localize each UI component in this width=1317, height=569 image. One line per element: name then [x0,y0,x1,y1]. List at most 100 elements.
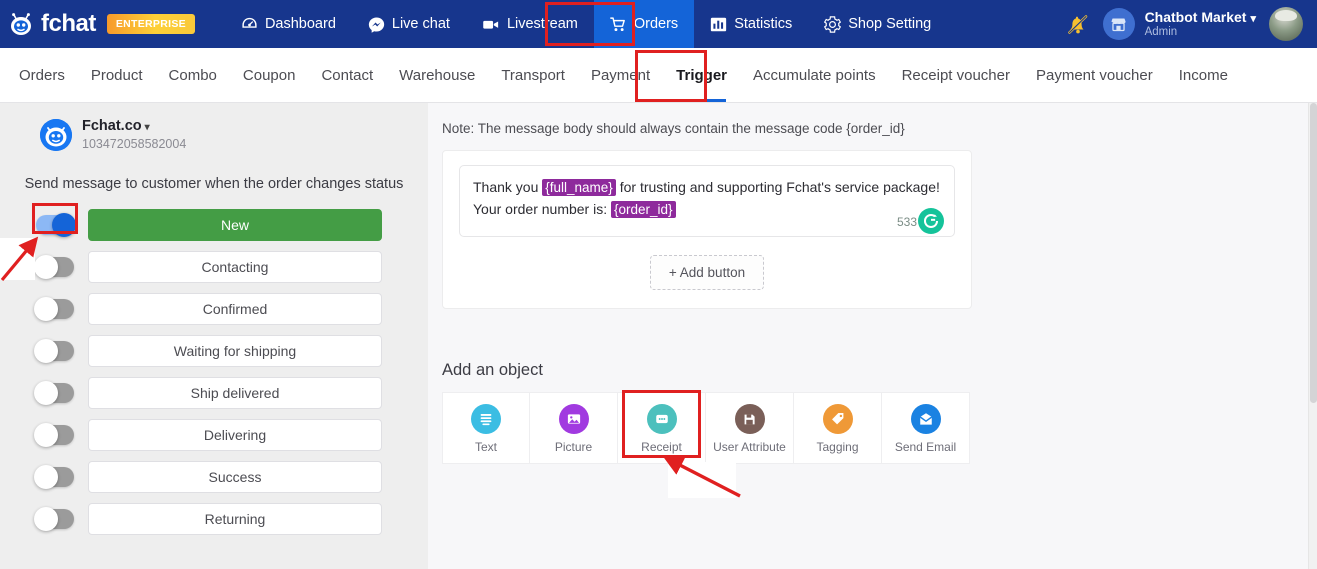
toggle-returning[interactable] [34,507,74,532]
brand-logo[interactable]: fchat ENTERPRISE [8,11,209,37]
page-avatar-icon [40,118,72,151]
nav-item-shop-setting[interactable]: Shop Setting [808,0,947,48]
page-meta: Fchat.co ▾ 103472058582004 [82,117,186,152]
status-button-confirmed[interactable]: Confirmed [88,293,382,326]
nav-item-label: Dashboard [264,16,336,32]
status-row-confirmed: Confirmed [0,288,428,330]
object-cell-receipt[interactable]: Receipt [618,392,706,464]
user-name: Chatbot Market ▾ [1144,9,1256,26]
vertical-scrollbar[interactable] [1308,103,1317,569]
message-body-editor[interactable]: Thank you {full_name} for trusting and s… [459,165,955,237]
nav-item-label: Livestream [506,16,578,32]
subnav-item-accumulate-points[interactable]: Accumulate points [740,48,889,102]
subnav-item-combo[interactable]: Combo [156,48,230,102]
avatar[interactable] [1269,7,1303,41]
user-role: Admin [1144,25,1178,38]
status-row-waiting-for-shipping: Waiting for shipping [0,330,428,372]
shop-icon[interactable] [1102,8,1135,40]
nav-item-livestream[interactable]: Livestream [466,0,594,48]
status-row-returning: Returning [0,498,428,540]
trigger-editor-panel: Note: The message body should always con… [428,103,1317,569]
status-row-ship-delivered: Ship delivered [0,372,428,414]
message-code-note: Note: The message body should always con… [442,121,905,136]
status-row-new: New [0,204,428,246]
nav-item-label: Statistics [734,16,793,32]
object-label: Text [474,440,497,454]
page-id: 103472058582004 [82,136,187,151]
scrollbar-thumb[interactable] [1310,103,1317,403]
subnav-item-warehouse[interactable]: Warehouse [386,48,488,102]
add-object-title: Add an object [442,361,543,379]
chat-bubble-icon [646,404,677,434]
status-button-waiting-for-shipping[interactable]: Waiting for shipping [88,335,382,368]
toggle-new[interactable] [36,213,76,238]
dashboard-icon [241,16,258,33]
toggle-waiting-for-shipping[interactable] [34,339,74,364]
toggle-delivering[interactable] [34,423,74,448]
status-sidebar: Fchat.co ▾ 103472058582004 Send message t… [0,103,428,569]
toggle-knob [34,423,58,448]
add-button[interactable]: + Add button [649,255,765,290]
status-button-success[interactable]: Success [88,461,382,494]
app-root: fchat ENTERPRISE Dashboard Live chat Liv… [0,0,1317,569]
object-cell-send-email[interactable]: Send Email [882,392,970,464]
toggle-knob [34,339,58,364]
object-cell-tagging[interactable]: Tagging [794,392,882,464]
variable-order-id[interactable]: {order_id} [611,200,676,218]
object-palette: Text Picture Receipt User Attribute Tagg… [442,392,1293,464]
subnav-item-payment-voucher[interactable]: Payment voucher [1023,48,1166,102]
envelope-icon [910,404,941,434]
nav-item-statistics[interactable]: Statistics [694,0,808,48]
body-area: Fchat.co ▾ 103472058582004 Send message t… [0,103,1317,569]
nav-item-label: Orders [633,16,679,32]
toggle-confirmed[interactable] [34,297,74,322]
nav-item-dashboard[interactable]: Dashboard [225,0,352,48]
object-cell-picture[interactable]: Picture [530,392,618,464]
object-cell-user-attribute[interactable]: User Attribute [706,392,794,464]
grammarly-icon[interactable] [918,208,944,234]
nav-item-orders[interactable]: Orders [593,0,695,48]
message-line1-pre: Thank you [473,179,543,195]
top-nav-items: Dashboard Live chat Livestream Orders St… [225,0,947,48]
page-selector[interactable]: Fchat.co ▾ 103472058582004 [0,117,428,152]
toggle-success[interactable] [34,465,74,490]
top-nav-right-cluster: Chatbot Market ▾ Admin [1063,7,1307,41]
video-camera-icon [482,16,500,33]
toggle-knob [34,507,58,532]
subnav-item-coupon[interactable]: Coupon [230,48,309,102]
status-button-contacting[interactable]: Contacting [88,251,382,284]
subnav-item-trigger[interactable]: Trigger [663,48,740,102]
toggle-contacting[interactable] [34,255,74,280]
status-button-delivering[interactable]: Delivering [88,419,382,452]
user-menu[interactable]: Chatbot Market ▾ Admin [1145,9,1256,39]
gear-icon [824,15,842,33]
subnav-item-orders[interactable]: Orders [6,48,78,102]
message-line2-pre: Your order number is: [473,200,611,217]
subnav-item-contact[interactable]: Contact [308,48,386,102]
object-cell-text[interactable]: Text [442,392,530,464]
status-button-ship-delivered[interactable]: Ship delivered [88,377,382,410]
text-lines-icon [471,404,501,434]
object-label: Tagging [816,440,859,454]
variable-full-name[interactable]: {full_name} [542,179,616,196]
toggle-ship-delivered[interactable] [34,381,74,406]
subnav-item-transport[interactable]: Transport [488,48,578,102]
floppy-save-icon [734,404,765,434]
subnav-item-payment[interactable]: Payment [578,48,663,102]
status-button-new[interactable]: New [88,209,382,242]
bell-slash-icon[interactable] [1063,9,1093,39]
toggle-knob [34,297,58,322]
message-line1-post: for trusting and supporting Fchat's serv… [615,179,940,195]
image-icon [558,404,589,434]
toggle-knob [52,213,76,238]
toggle-knob [34,465,58,490]
messenger-icon [368,16,385,33]
message-text: Thank you {full_name} for trusting and s… [473,177,941,221]
status-button-returning[interactable]: Returning [88,503,382,536]
toggle-knob [34,381,58,406]
subnav-item-product[interactable]: Product [78,48,156,102]
nav-item-live-chat[interactable]: Live chat [352,0,466,48]
subnav-item-receipt-voucher[interactable]: Receipt voucher [889,48,1023,102]
subnav-item-income[interactable]: Income [1166,48,1241,102]
sidebar-hint: Send message to customer when the order … [24,176,404,193]
